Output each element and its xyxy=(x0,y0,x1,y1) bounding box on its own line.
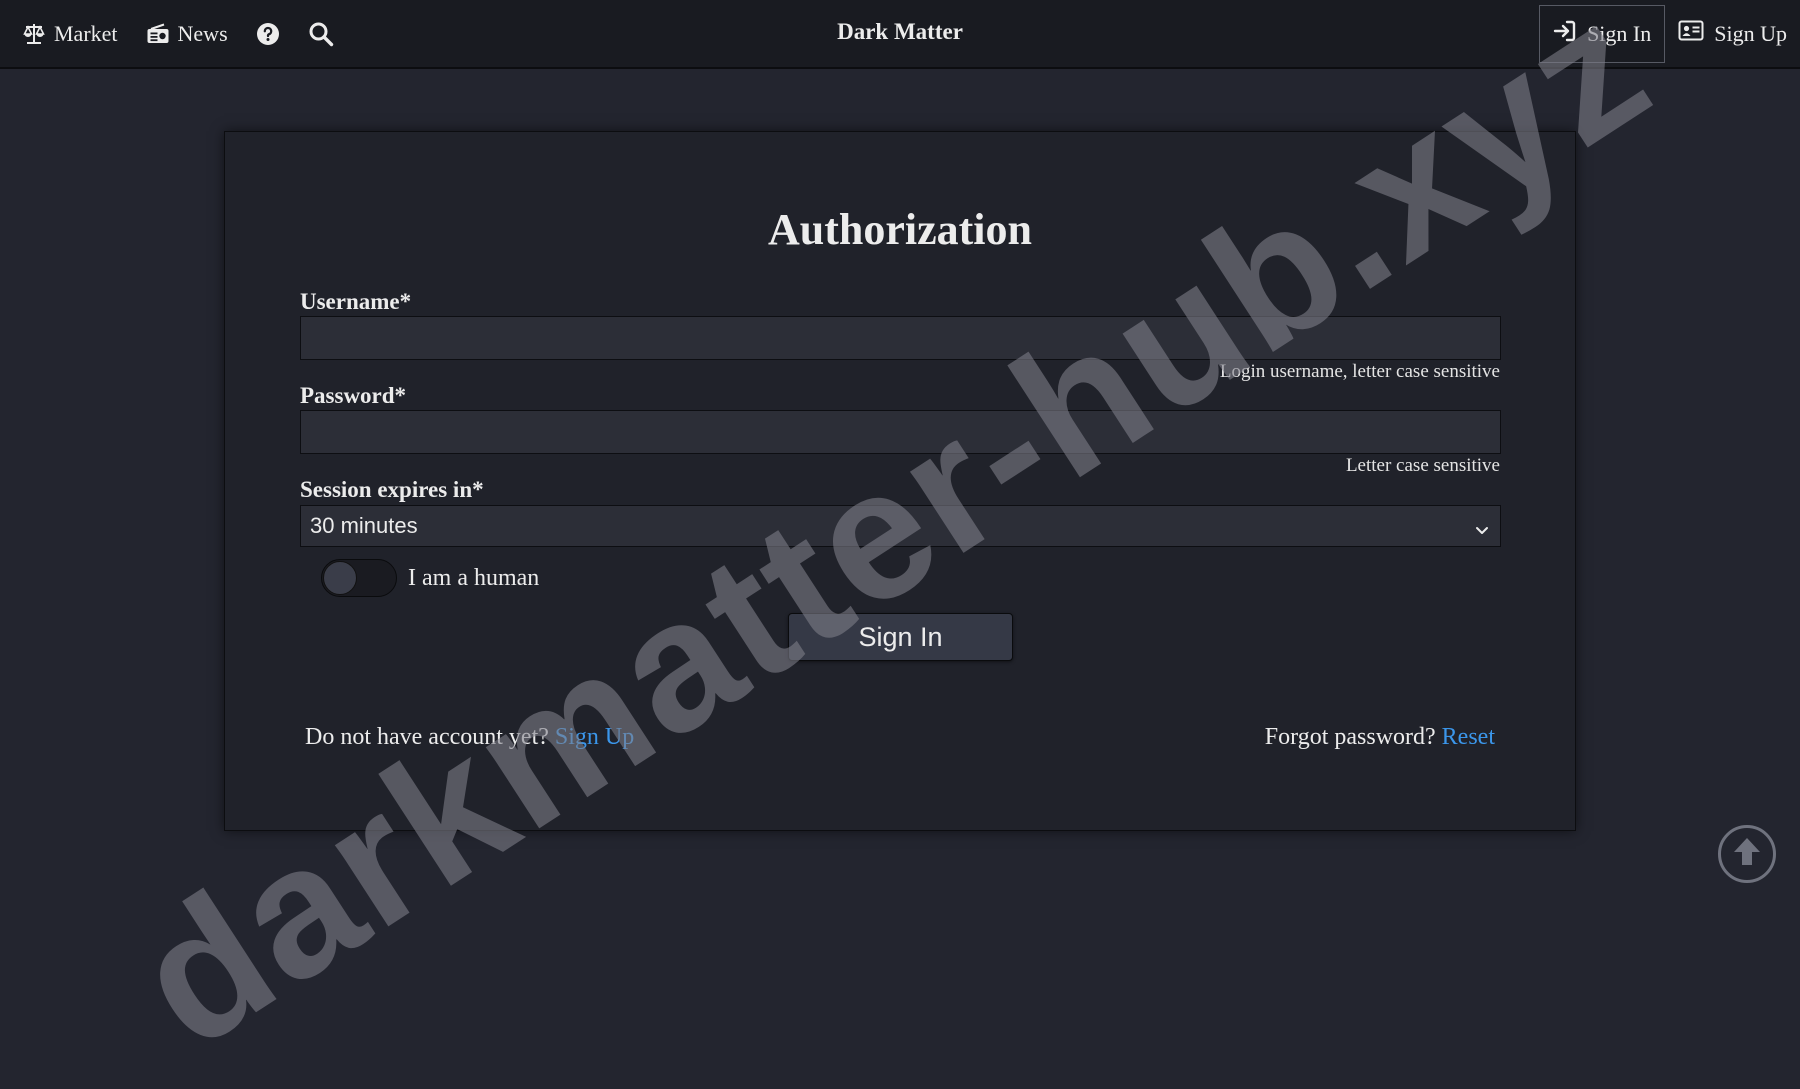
nav-news-label: News xyxy=(177,20,228,46)
scale-icon xyxy=(22,22,46,46)
sign-in-button[interactable]: Sign In xyxy=(788,613,1013,661)
signup-prompt: Do not have account yet? Sign Up xyxy=(305,724,634,751)
password-input[interactable] xyxy=(300,410,1501,454)
username-hint: Login username, letter case sensitive xyxy=(1219,361,1500,382)
question-circle-icon xyxy=(256,22,280,46)
nav-search[interactable] xyxy=(308,21,334,47)
human-toggle-label: I am a human xyxy=(408,564,540,591)
page-title: Authorization xyxy=(768,205,1032,254)
nav-right-group: Sign In Sign Up xyxy=(1539,5,1800,63)
session-expiry-select[interactable]: 30 minutes xyxy=(300,505,1501,547)
session-expiry-value: 30 minutes xyxy=(310,513,418,538)
forgot-password-text: Forgot password? xyxy=(1264,724,1436,750)
nav-market[interactable]: Market xyxy=(22,21,118,47)
radio-icon xyxy=(146,22,170,46)
reset-link[interactable]: Reset xyxy=(1442,724,1495,750)
session-label: Session expires in* xyxy=(300,477,484,502)
username-input[interactable] xyxy=(300,316,1501,360)
sign-up-link[interactable]: Sign Up xyxy=(555,724,634,750)
top-navbar: Market News Dark Matter Sign In Sign Up xyxy=(0,0,1800,69)
chevron-down-icon xyxy=(1474,518,1490,544)
sign-in-icon xyxy=(1553,19,1577,49)
nav-news[interactable]: News xyxy=(146,21,228,47)
password-label: Password* xyxy=(300,383,407,408)
nav-sign-up-label: Sign Up xyxy=(1714,21,1787,46)
human-check: I am a human xyxy=(321,559,539,597)
arrow-up-circle-icon xyxy=(1729,834,1765,875)
toggle-knob xyxy=(323,561,357,595)
human-toggle[interactable] xyxy=(321,559,397,597)
nav-market-label: Market xyxy=(54,20,118,46)
no-account-text: Do not have account yet? xyxy=(305,724,549,750)
nav-help[interactable] xyxy=(256,22,280,46)
id-card-icon xyxy=(1678,19,1704,49)
scroll-to-top-button[interactable] xyxy=(1718,825,1776,883)
reset-prompt: Forgot password? Reset xyxy=(1265,724,1495,751)
password-hint: Letter case sensitive xyxy=(1345,455,1500,476)
nav-sign-in[interactable]: Sign In xyxy=(1539,5,1666,63)
nav-sign-in-label: Sign In xyxy=(1587,21,1652,46)
nav-left-group: Market News xyxy=(22,0,362,67)
nav-sign-up[interactable]: Sign Up xyxy=(1665,5,1800,63)
search-icon xyxy=(308,21,334,47)
authorization-panel: Authorization Username* Login username, … xyxy=(224,131,1576,831)
username-label: Username* xyxy=(300,289,412,314)
